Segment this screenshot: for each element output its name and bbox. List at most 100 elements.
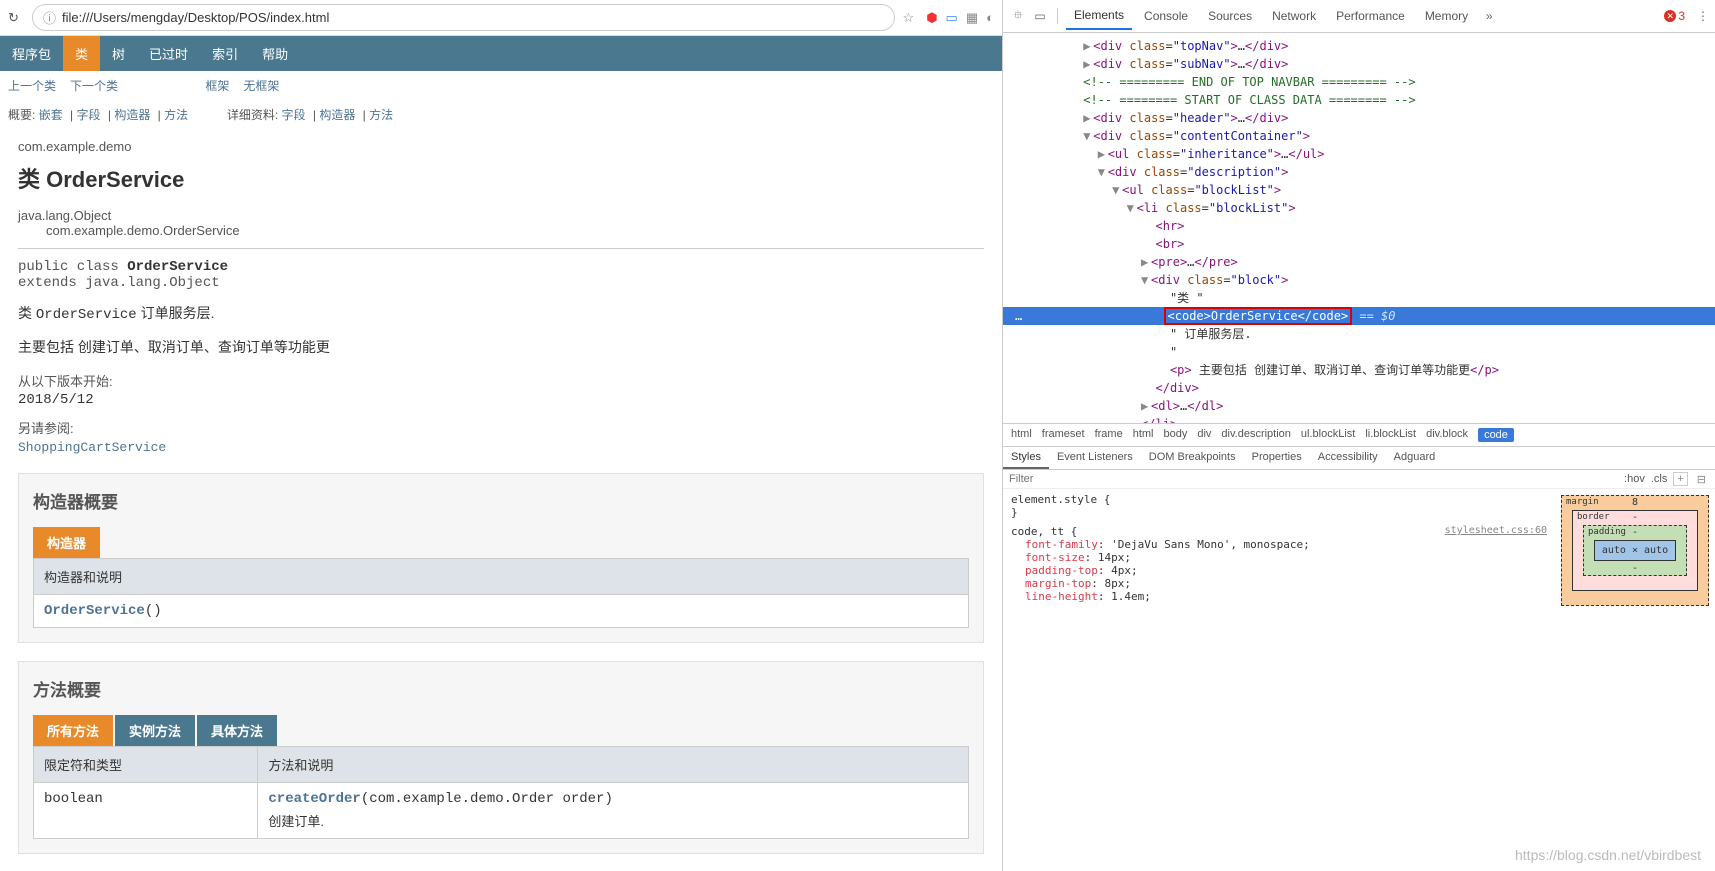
constructor-tab[interactable]: 构造器 [33,527,100,558]
overview-nested[interactable]: 嵌套 [39,108,63,122]
class-title: 类 OrderService [18,162,984,194]
stab-adguard[interactable]: Adguard [1386,447,1444,469]
constructor-table: 构造器和说明 OrderService() [33,558,969,628]
crumb[interactable]: li.blockList [1365,428,1416,442]
styles-rules[interactable]: element.style { } stylesheet.css:60 code… [1003,489,1555,871]
class-declaration: public class OrderService extends java.l… [18,259,984,291]
watermark: https://blog.csdn.net/vbirdbest [1515,847,1701,863]
top-nav: 程序包 类 树 已过时 索引 帮助 [0,36,1002,71]
extension-icons: ⬢ ▭ ▦ ◐ [926,10,994,26]
method-link[interactable]: createOrder [268,791,360,807]
overview-field[interactable]: 字段 [77,108,101,122]
cls-toggle[interactable]: .cls [1651,473,1668,485]
box-model: margin 8 border - padding - auto × auto … [1555,489,1715,871]
overview-method[interactable]: 方法 [164,108,188,122]
extension-icon-2[interactable]: ▭ [946,10,958,26]
nav-tree[interactable]: 树 [100,36,137,71]
detail-label: 详细资料: [227,108,278,122]
detail-field[interactable]: 字段 [282,108,306,122]
divider [18,248,984,249]
method-desc: 创建订单. [268,811,958,830]
tab-concrete-methods[interactable]: 具体方法 [197,715,277,746]
devtools-toolbar: ⯐ ▭ Elements Console Sources Network Per… [1003,0,1715,33]
inspect-icon[interactable]: ⯐ [1009,6,1027,27]
device-icon[interactable]: ▭ [1031,9,1049,23]
crumb[interactable]: html [1133,428,1154,442]
dom-breadcrumb: html frameset frame html body div div.de… [1003,423,1715,447]
bookmark-star-icon[interactable]: ☆ [903,10,915,26]
reload-icon[interactable]: ↻ [8,10,24,26]
prev-class-link[interactable]: 上一个类 [8,79,56,93]
seealso-link[interactable]: ShoppingCartService [18,440,166,455]
overview-constr[interactable]: 构造器 [114,108,150,122]
method-summary-title: 方法概要 [33,676,969,701]
since-label: 从以下版本开始: [18,371,984,390]
hov-toggle[interactable]: :hov [1624,473,1645,485]
devtools-menu-icon[interactable]: ⋮ [1697,9,1709,23]
tab-sources[interactable]: Sources [1200,3,1260,29]
crumb[interactable]: ul.blockList [1301,428,1355,442]
overview-label: 概要: [8,108,35,122]
add-rule-button[interactable]: + [1673,472,1687,486]
table-row: boolean createOrder(com.example.demo.Ord… [34,783,969,839]
crumb[interactable]: frame [1095,428,1123,442]
constructor-link[interactable]: OrderService [44,603,145,619]
crumb[interactable]: div.block [1426,428,1468,442]
error-badge[interactable]: ✕3 [1664,9,1685,23]
tab-memory[interactable]: Memory [1417,3,1476,29]
styles-filter-input[interactable] [1009,473,1618,485]
tab-console[interactable]: Console [1136,3,1196,29]
nav-class[interactable]: 类 [63,36,100,71]
detail-method[interactable]: 方法 [369,108,393,122]
stab-listeners[interactable]: Event Listeners [1049,447,1141,469]
browser-address-bar: ↻ ⓘ file:///Users/mengday/Desktop/POS/in… [0,0,1002,36]
stab-accessibility[interactable]: Accessibility [1310,447,1386,469]
hierarchy-child: com.example.demo.OrderService [18,223,984,238]
seealso-label: 另请参阅: [18,418,984,437]
tab-network[interactable]: Network [1264,3,1324,29]
crumb[interactable]: div [1197,428,1211,442]
stylesheet-link[interactable]: stylesheet.css:60 [1445,525,1547,536]
dom-tree[interactable]: ▶<div class="topNav">…</div> ▶<div class… [1003,33,1715,423]
tab-all-methods[interactable]: 所有方法 [33,715,113,746]
frames-link[interactable]: 框架 [205,79,229,93]
since-value: 2018/5/12 [18,392,984,408]
noframes-link[interactable]: 无框架 [243,79,279,93]
table-row: OrderService() [34,595,969,628]
selected-dom-line: … <code>OrderService</code> == $0 [1003,307,1715,325]
crumb[interactable]: frameset [1042,428,1085,442]
pin-button[interactable]: ⊟ [1694,473,1709,486]
stab-styles[interactable]: Styles [1003,447,1049,469]
crumb-active[interactable]: code [1478,428,1514,442]
package-name: com.example.demo [18,139,984,154]
tab-elements[interactable]: Elements [1066,2,1132,30]
extension-icon-3[interactable]: ▦ [966,10,978,26]
crumb[interactable]: html [1011,428,1032,442]
crumb[interactable]: div.description [1221,428,1291,442]
detail-constr[interactable]: 构造器 [319,108,355,122]
sub-nav-row1: 上一个类 下一个类 框架 无框架 [0,71,1002,100]
crumb[interactable]: body [1163,428,1187,442]
tab-instance-methods[interactable]: 实例方法 [115,715,195,746]
class-desc-2: 主要包括 创建订单、取消订单、查询订单等功能更 [18,337,984,357]
stab-breakpoints[interactable]: DOM Breakpoints [1141,447,1244,469]
extension-icon-4[interactable]: ◐ [986,10,994,26]
constructor-summary-title: 构造器概要 [33,488,969,513]
url-input[interactable]: ⓘ file:///Users/mengday/Desktop/POS/inde… [32,4,895,31]
more-tabs-icon[interactable]: » [1480,9,1498,23]
method-header-1: 限定符和类型 [34,747,258,783]
devtools-panel: ⯐ ▭ Elements Console Sources Network Per… [1003,0,1715,871]
tab-performance[interactable]: Performance [1328,3,1413,29]
next-class-link[interactable]: 下一个类 [70,79,118,93]
constructor-header: 构造器和说明 [34,559,969,595]
info-icon: ⓘ [43,8,56,27]
nav-index[interactable]: 索引 [200,36,250,71]
stab-properties[interactable]: Properties [1244,447,1310,469]
nav-deprecated[interactable]: 已过时 [137,36,200,71]
nav-package[interactable]: 程序包 [0,36,63,71]
constructor-summary: 构造器概要 构造器 构造器和说明 OrderService() [18,473,984,643]
extension-icon-1[interactable]: ⬢ [926,10,937,26]
method-modifier: boolean [34,783,258,839]
nav-help[interactable]: 帮助 [250,36,300,71]
hierarchy-root: java.lang.Object [18,208,984,223]
